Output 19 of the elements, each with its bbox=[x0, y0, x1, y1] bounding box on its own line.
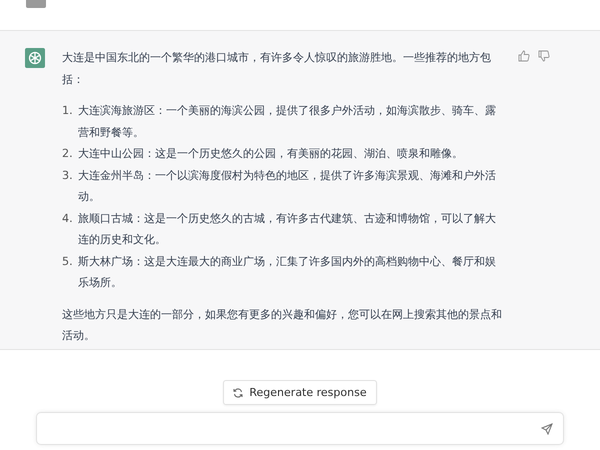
list-item-text: 大连金州半岛：一个以滨海度假村为特色的地区，提供了许多海滨景观、海滩和户外活动。 bbox=[78, 168, 497, 205]
refresh-icon bbox=[233, 388, 244, 398]
list-number: 3. bbox=[62, 168, 74, 184]
list-item-text: 大连中山公园：这是一个历史悠久的公园，有美丽的花园、湖泊、喷泉和雕像。 bbox=[78, 146, 464, 162]
list-item-text: 大连滨海旅游区：一个美丽的海滨公园，提供了很多户外活动，如海滨散步、骑车、露营和野餐等。 bbox=[78, 103, 497, 140]
list-number: 4. bbox=[62, 210, 74, 226]
list-number: 5. bbox=[62, 254, 74, 270]
list-item-text: 斯大林广场：这是大连最大的商业广场，汇集了许多国内外的高档购物中心、餐厅和娱乐场所。 bbox=[78, 254, 497, 291]
message-input-field[interactable] bbox=[36, 412, 564, 445]
thumbs-up-icon[interactable] bbox=[518, 50, 530, 62]
assistant-logo-icon bbox=[25, 48, 45, 68]
regenerate-button[interactable]: Regenerate response bbox=[223, 380, 377, 405]
send-icon[interactable] bbox=[541, 422, 553, 434]
list-number: 1. bbox=[62, 103, 74, 119]
list-number: 2. bbox=[62, 146, 74, 162]
answer-closing: 这些地方只是大连的一部分，如果您有更多的兴趣和偏好，您可以在网上搜索其他的景点和活动。 bbox=[62, 306, 502, 344]
thumbs-down-icon[interactable] bbox=[538, 50, 550, 62]
list-item-text: 旅顺口古城：这是一个历史悠久的古城，有许多古代建筑、古迹和博物馆，可以了解大连的历史和文化。 bbox=[78, 210, 497, 248]
answer-intro: 大连是中国东北的一个繁华的港口城市，有许多令人惊叹的旅游胜地。一些推荐的地方包括： bbox=[62, 50, 492, 88]
